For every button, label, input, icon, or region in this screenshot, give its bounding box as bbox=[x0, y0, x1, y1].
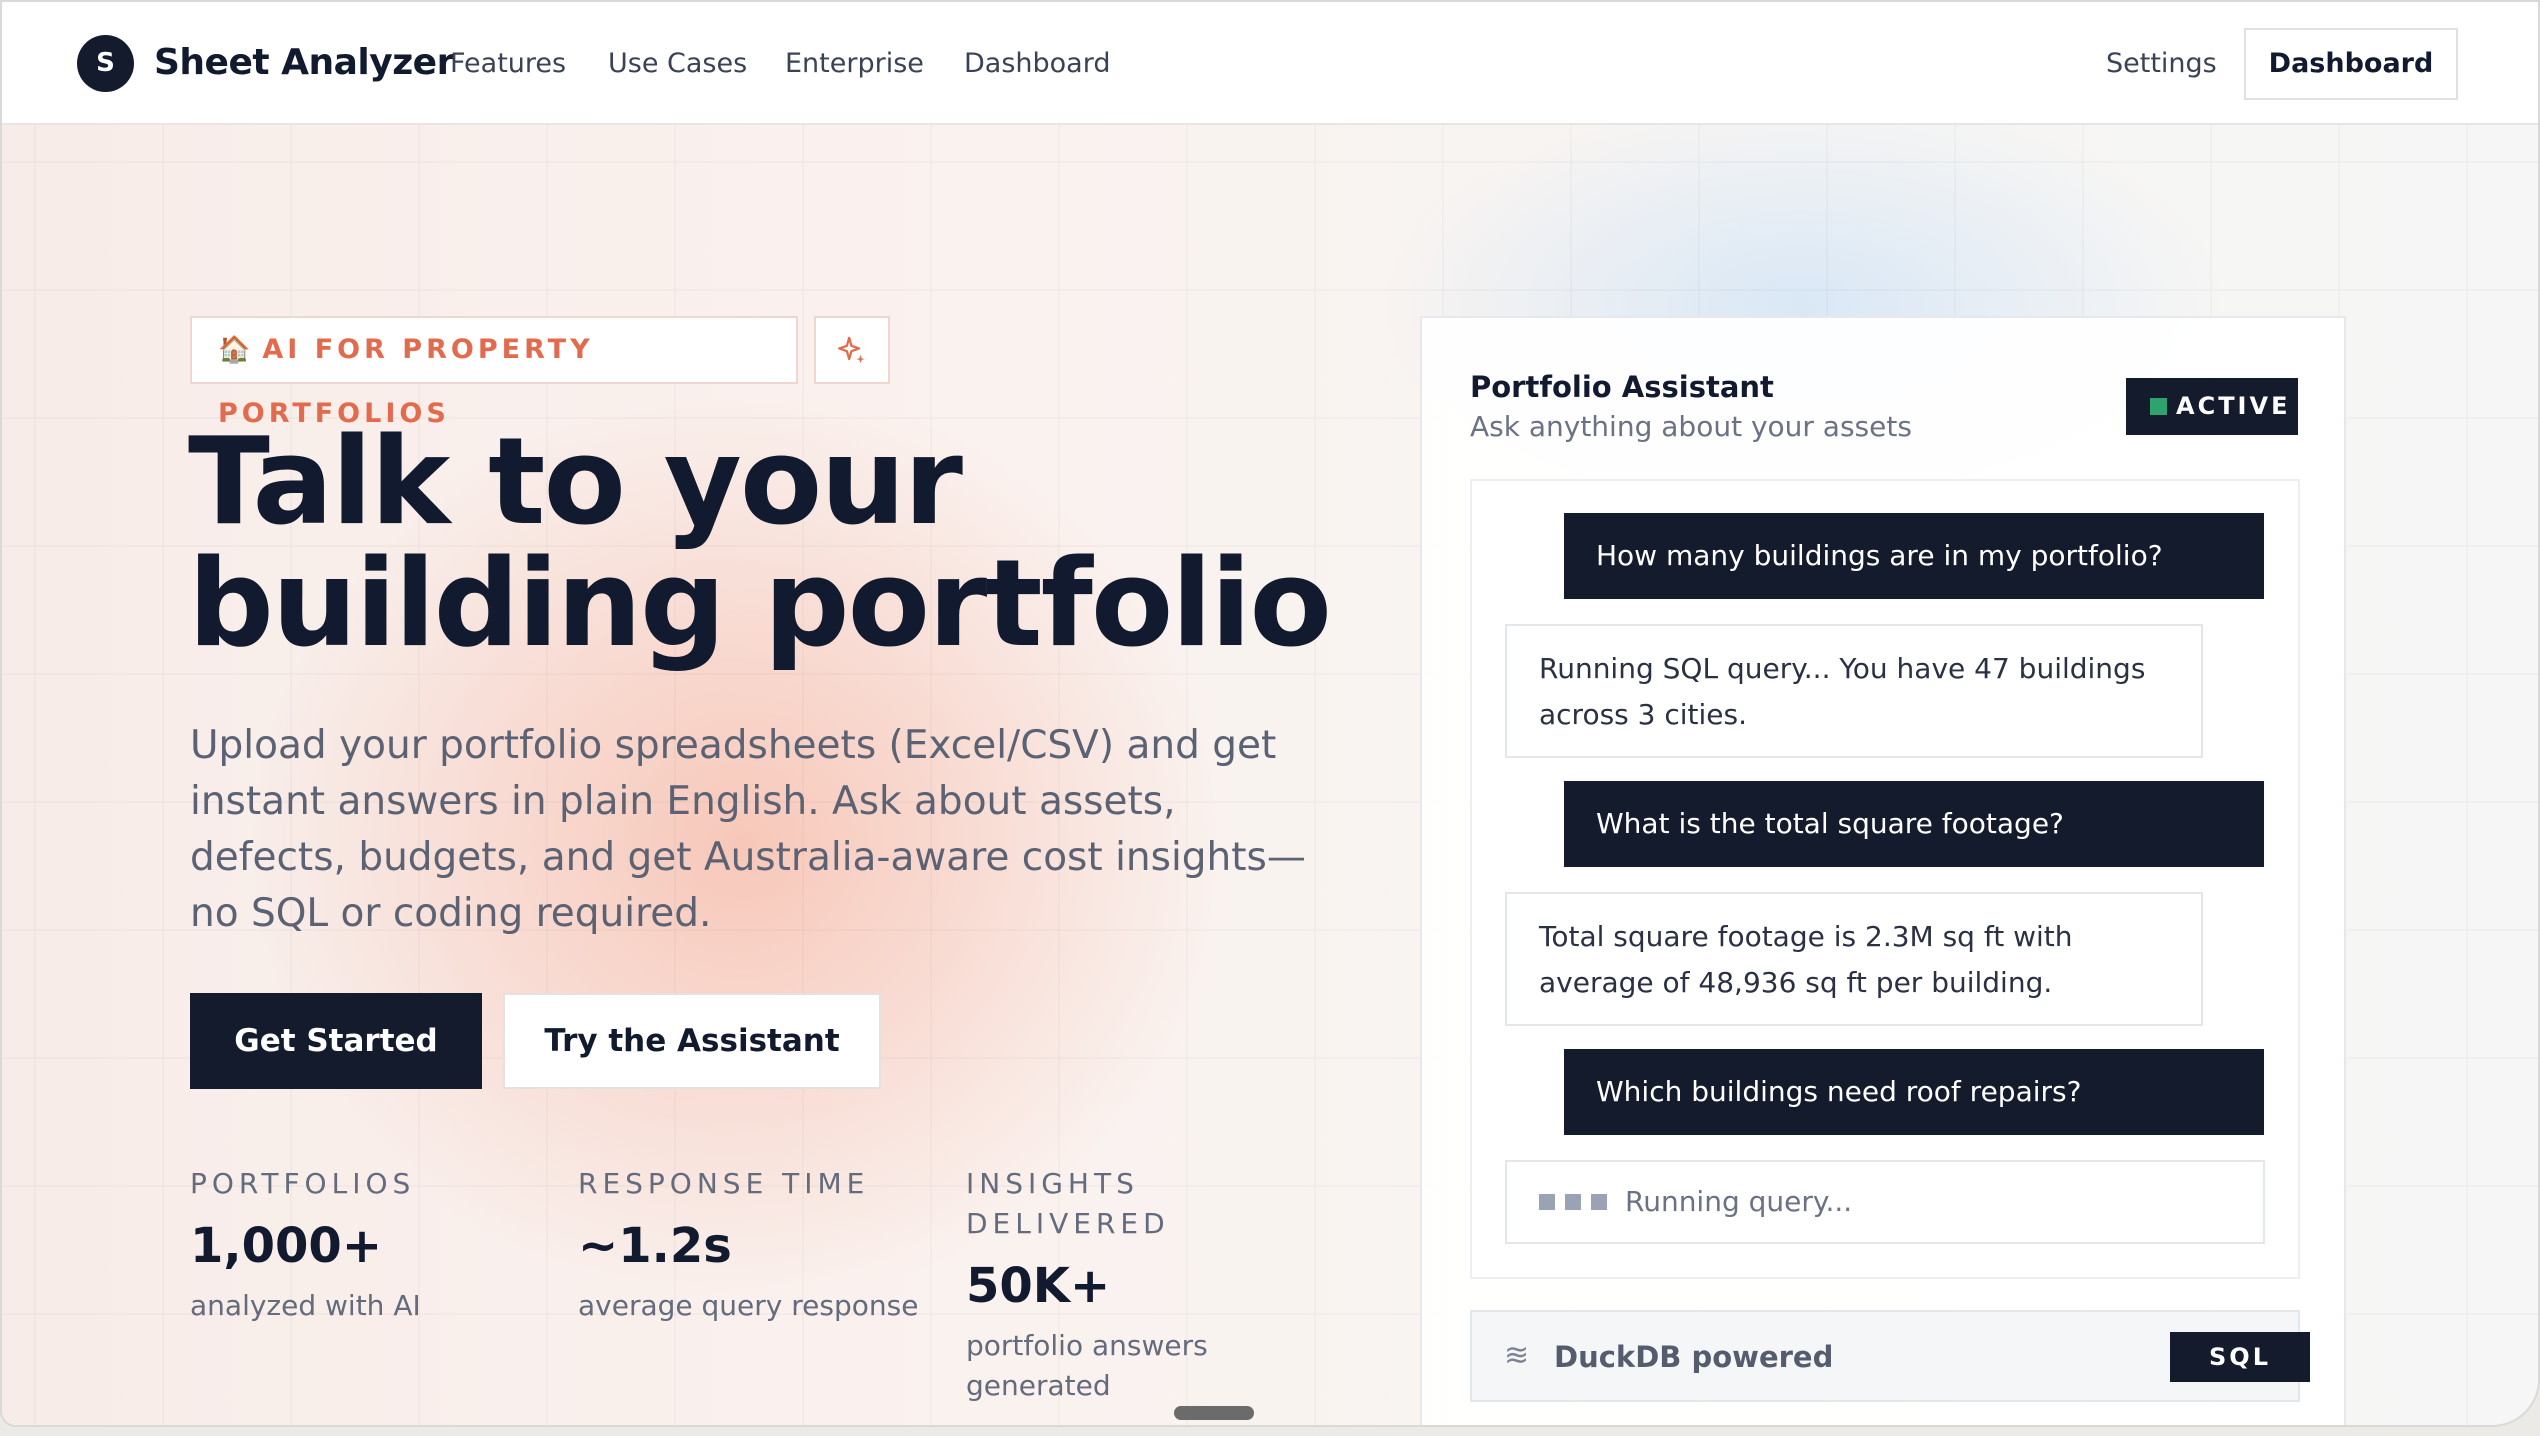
loading-text: Running query... bbox=[1625, 1185, 1853, 1218]
nav-settings-link[interactable]: Settings bbox=[2106, 48, 2217, 79]
top-nav: S Sheet Analyzer Features Use Cases Ente… bbox=[2, 2, 2538, 125]
headline-line-1: Talk to your bbox=[188, 413, 963, 552]
hero-subtitle: Upload your portfolio spreadsheets (Exce… bbox=[190, 723, 1306, 936]
status-dot-icon bbox=[2150, 398, 2167, 415]
stat-label: RESPONSE TIME bbox=[578, 1167, 870, 1200]
typing-dot-icon bbox=[1539, 1194, 1555, 1210]
stat-portfolios: PORTFOLIOS 1,000+ analyzed with AI bbox=[190, 1164, 550, 1326]
sparkle-icon bbox=[814, 316, 890, 384]
nav-link-enterprise[interactable]: Enterprise bbox=[785, 48, 924, 79]
assistant-title: Portfolio Assistant bbox=[1470, 370, 1774, 404]
stat-desc: average query response bbox=[578, 1289, 919, 1322]
stat-desc: portfolio answers generated bbox=[966, 1329, 1208, 1402]
typing-dot-icon bbox=[1565, 1194, 1581, 1210]
waves-icon: ≋ bbox=[1504, 1338, 1530, 1373]
house-icon: 🏠 bbox=[218, 335, 251, 365]
engine-label: DuckDB powered bbox=[1554, 1340, 1834, 1374]
user-message: How many buildings are in my portfolio? bbox=[1564, 513, 2264, 599]
get-started-button[interactable]: Get Started bbox=[190, 993, 482, 1089]
stat-value: 50K+ bbox=[966, 1258, 1111, 1314]
stat-label: INSIGHTS DELIVERED bbox=[966, 1167, 1170, 1240]
stat-insights: INSIGHTS DELIVERED 50K+ portfolio answer… bbox=[966, 1164, 1236, 1406]
try-assistant-button[interactable]: Try the Assistant bbox=[503, 993, 881, 1089]
dashboard-button[interactable]: Dashboard bbox=[2244, 28, 2458, 100]
sql-badge: SQL bbox=[2170, 1332, 2310, 1382]
assistant-panel: Portfolio Assistant Ask anything about y… bbox=[1420, 316, 2346, 1425]
user-message: What is the total square footage? bbox=[1564, 781, 2264, 867]
stat-desc: analyzed with AI bbox=[190, 1289, 421, 1322]
hero-headline: Talk to your building portfolio bbox=[188, 422, 1388, 666]
nav-link-dashboard[interactable]: Dashboard bbox=[964, 48, 1110, 79]
typing-dot-icon bbox=[1591, 1194, 1607, 1210]
chat-thread: How many buildings are in my portfolio? … bbox=[1470, 479, 2300, 1279]
nav-link-use-cases[interactable]: Use Cases bbox=[608, 48, 747, 79]
headline-line-2: building portfolio bbox=[188, 535, 1332, 674]
assistant-message: Total square footage is 2.3M sq ft with … bbox=[1505, 892, 2203, 1026]
app-window: S Sheet Analyzer Features Use Cases Ente… bbox=[0, 0, 2540, 1427]
hero-badge: 🏠 AI FOR PROPERTY PORTFOLIOS bbox=[190, 316, 798, 429]
engine-footer: ≋ DuckDB powered SQL bbox=[1470, 1310, 2310, 1402]
nav-link-features[interactable]: Features bbox=[450, 48, 566, 79]
stat-label: PORTFOLIOS bbox=[190, 1167, 416, 1200]
stat-response-time: RESPONSE TIME ~1.2s average query respon… bbox=[578, 1164, 938, 1326]
user-message: Which buildings need roof repairs? bbox=[1564, 1049, 2264, 1135]
brand-name[interactable]: Sheet Analyzer bbox=[154, 42, 454, 83]
loading-message: Running query... bbox=[1505, 1160, 2265, 1244]
logo[interactable]: S bbox=[77, 35, 134, 92]
status-badge: ACTIVE bbox=[2126, 378, 2298, 435]
sparkle-icon-glyph bbox=[838, 336, 865, 364]
status-text: ACTIVE bbox=[2176, 392, 2291, 420]
assistant-subtitle: Ask anything about your assets bbox=[1470, 410, 1912, 443]
stat-value: 1,000+ bbox=[190, 1218, 383, 1274]
scroll-handle[interactable] bbox=[1174, 1406, 1254, 1420]
stat-value: ~1.2s bbox=[578, 1218, 732, 1274]
assistant-message: Running SQL query... You have 47 buildin… bbox=[1505, 624, 2203, 758]
